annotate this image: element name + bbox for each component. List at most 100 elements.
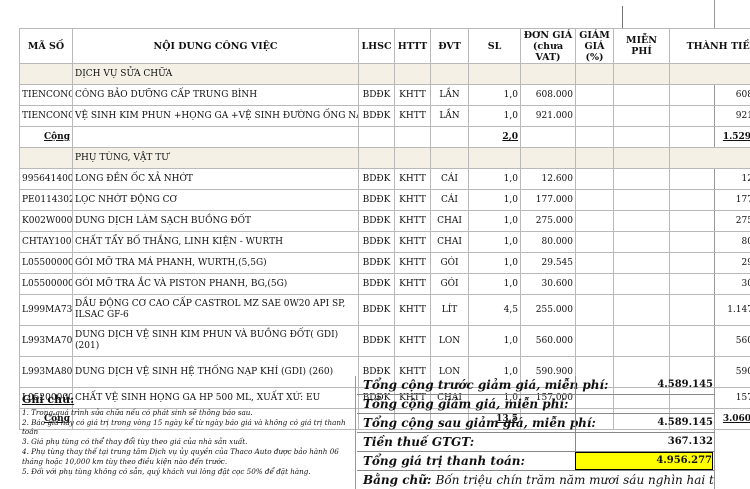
item-code: PE0114302E [19,189,73,211]
item-unit-price: 12.600 [520,168,576,190]
section-blank [430,63,469,85]
item-code: K002W0001 [19,210,73,232]
item-code: L993MA700 [19,325,73,357]
total-blank [430,126,469,148]
table-header-row: MÃ SỐ NỘI DUNG CÔNG VIỆC LHSC HTTT ĐVT SL ĐƠN … [19,28,750,64]
item-code: L055000002 [19,252,73,274]
item-quantity: 1,0 [468,84,521,106]
item-discount [575,273,614,295]
item-quantity: 1,0 [468,168,521,190]
column-header: MIỄN PHÍ [613,28,670,64]
item-httt: KHTT [394,105,431,127]
table-row: L999MA732 DẦU ĐỘNG CƠ CAO CẤP CASTROL MZ … [19,294,750,326]
top-strip [0,0,750,30]
item-code: L055000003 [19,273,73,295]
item-lhsc: BDĐK [358,210,395,232]
item-lhsc: BDĐK [358,273,395,295]
item-description: GÓI MỠ TRA ẮC VÀ PISTON PHANH, BG,(5G) [72,273,359,295]
grand-total-value: 4.956.277 [575,452,713,470]
item-lhsc: BDĐK [358,294,395,326]
note-line: 3. Giá phụ tùng có thể thay đổi tùy theo… [22,437,248,447]
section-blank [613,147,670,169]
summary-row: Tổng cộng giảm giá, miễn phí: [357,395,715,414]
summary-value: 4.589.145 [657,417,713,428]
note-line: 1. Trong quá trình sửa chữa nếu có phát … [22,407,253,417]
total-label: Cộng [19,126,73,148]
item-description: CHẤT TẨY BỐ THẮNG, LINH KIỆN - WURTH [72,231,359,253]
summary-panel: Tổng cộng trước giảm giá, miễn phí: 4.589… [357,376,715,489]
section-total-row: Cộng 2,0 1.529.000 [19,126,750,148]
item-unit: LẦN [430,84,469,106]
column-header: MÃ SỐ [19,28,73,64]
summary-row: Tổng cộng sau giảm giá, miễn phí: 4.589.1… [357,414,715,433]
item-unit: LÍT [430,294,469,326]
item-quantity: 1,0 [468,105,521,127]
table-row: CHTAY100 CHẤT TẨY BỐ THẮNG, LINH KIỆN - W… [19,231,750,253]
summary-label: Tổng cộng sau giảm giá, miễn phí: [363,416,596,430]
item-discount [575,189,614,211]
section-blank [669,147,750,169]
item-free [613,252,670,274]
item-amount: 921.000 [669,105,750,127]
item-free [613,231,670,253]
table-row: TIENCONG CÔNG BẢO DƯỠNG CẤP TRUNG BÌNH BDĐ… [19,84,750,106]
item-lhsc: BDĐK [358,231,395,253]
item-unit: GÓI [430,273,469,295]
item-description: DUNG DỊCH LÀM SẠCH BUỒNG ĐỐT [72,210,359,232]
section-blank [19,63,73,85]
section-title: PHỤ TÙNG, VẬT TƯ [72,147,359,169]
quote-items-table: MÃ SỐ NỘI DUNG CÔNG VIỆC LHSC HTTT ĐVT SL ĐƠN … [19,28,750,430]
notes-heading: Ghi chú: [22,393,75,406]
column-header: NỘI DUNG CÔNG VIỆC [72,28,359,64]
item-unit-price: 255.000 [520,294,576,326]
item-lhsc: BDĐK [358,168,395,190]
item-unit-price: 275.000 [520,210,576,232]
section-blank [430,147,469,169]
item-discount [575,84,614,106]
summary-value: 367.132 [667,436,713,447]
column-header: GIẢM GIÁ (%) [575,28,614,64]
item-description: GÓI MỠ TRA MÁ PHANH, WURTH,(5,5G) [72,252,359,274]
summary-row: Tổng cộng trước giảm giá, miễn phí: 4.589… [357,376,715,395]
note-line: 2. Báo giá này có giá trị trong vòng 15 … [22,417,346,437]
item-description: LỌC NHỚT ĐỘNG CƠ [72,189,359,211]
table-row: PE0114302ELỌC NHỚT ĐỘNG CƠBDĐKKHTTCÁI1,0… [19,189,750,211]
item-discount [575,210,614,232]
item-lhsc: BDĐK [358,189,395,211]
item-free [613,189,670,211]
item-discount [575,325,614,357]
table-row: K002W0001 DUNG DỊCH LÀM SẠCH BUỒNG ĐỐT BDĐ… [19,210,750,232]
item-unit: CHAI [430,231,469,253]
item-amount: 177.000 [669,189,750,211]
item-unit: CHAI [430,210,469,232]
summary-label: Tổng giá trị thanh toán: [363,454,525,468]
item-free [613,210,670,232]
section-row: PHỤ TÙNG, VẬT TƯ [19,147,750,169]
column-header: THÀNH TIỀN [669,28,750,64]
item-quantity: 4,5 [468,294,521,326]
item-lhsc: BDĐK [358,84,395,106]
item-free [613,168,670,190]
item-unit: GÓI [430,252,469,274]
summary-row: Tiền thuế GTGT: 367.132 [357,433,715,452]
item-httt: KHTT [394,231,431,253]
note-line: 4. Phụ tùng thay thế tại trung tâm Dịch … [22,446,339,466]
item-quantity: 1,0 [468,231,521,253]
table-row: L055000002GÓI MỠ TRA MÁ PHANH, WURTH,(5,… [19,252,750,274]
section-blank [613,63,670,85]
item-discount [575,105,614,127]
item-amount: 80.000 [669,231,750,253]
item-httt: KHTT [394,252,431,274]
item-quantity: 1,0 [468,325,521,357]
section-blank [575,63,614,85]
summary-row: Tổng giá trị thanh toán: 4.956.277 [357,452,715,471]
item-httt: KHTT [394,189,431,211]
table-row: L993MA700 DUNG DỊCH VỆ SINH KIM PHUN VÀ B… [19,325,750,357]
section-title: DỊCH VỤ SỬA CHỮA [72,63,359,85]
item-unit-price: 177.000 [520,189,576,211]
section-blank [468,63,521,85]
summary-value [575,395,713,413]
item-amount: 30.600 [669,273,750,295]
in-words-text: Bốn triệu chín trăm năm mươi sáu nghìn h… [435,473,715,487]
summary-value: 4.589.145 [657,379,713,390]
